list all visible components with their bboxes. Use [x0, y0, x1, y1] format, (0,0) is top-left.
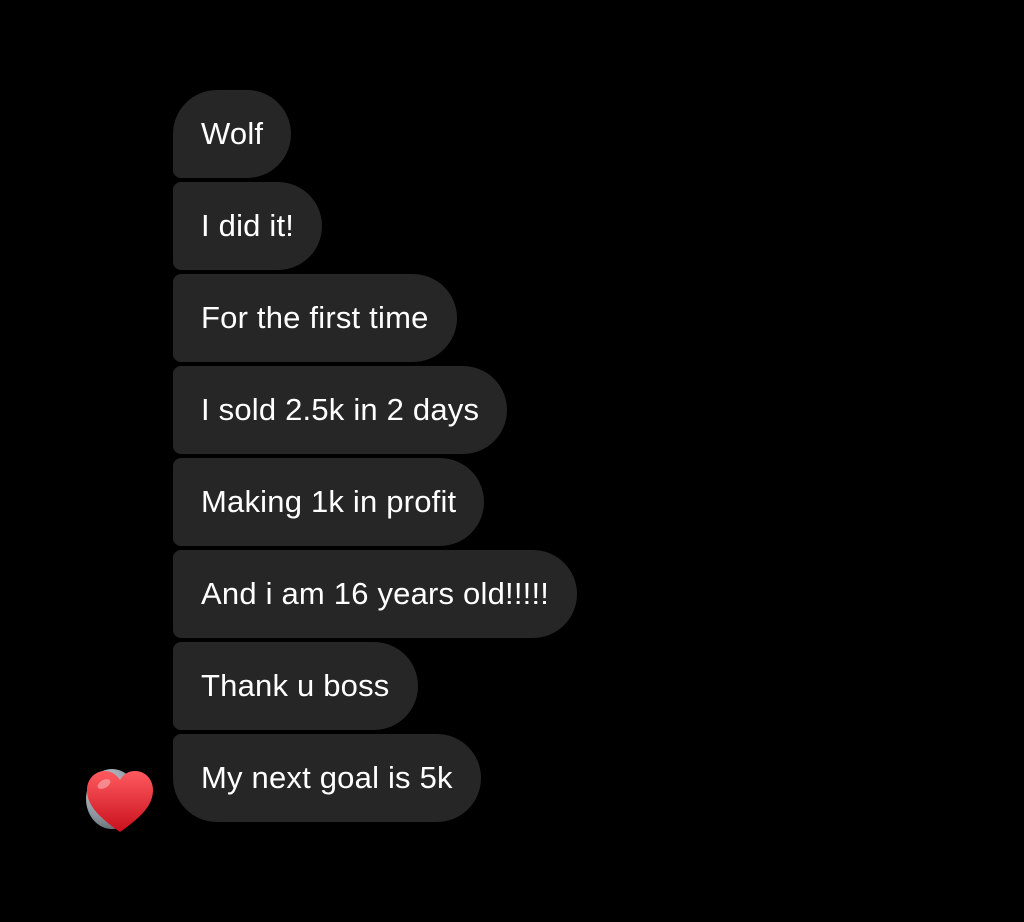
message-bubble[interactable]: For the first time [173, 274, 457, 362]
message-text: Wolf [201, 116, 264, 151]
message-text: I did it! [201, 208, 295, 243]
message-bubble[interactable]: Wolf [173, 90, 292, 178]
message-text: Making 1k in profit [201, 484, 457, 519]
message-bubble[interactable]: Making 1k in profit [173, 458, 485, 546]
message-bubble[interactable]: I sold 2.5k in 2 days [173, 366, 508, 454]
message-bubble[interactable]: Thank u boss [173, 642, 418, 730]
message-text: Thank u boss [201, 668, 390, 703]
message-bubble[interactable]: And i am 16 years old!!!!! [173, 550, 578, 638]
message-text: And i am 16 years old!!!!! [201, 576, 550, 611]
message-text: My next goal is 5k [201, 760, 453, 795]
message-bubble[interactable]: My next goal is 5k [173, 734, 481, 822]
message-text: I sold 2.5k in 2 days [201, 392, 480, 427]
message-thread: Wolf I did it! For the first time I sold… [173, 90, 578, 822]
message-bubble[interactable]: I did it! [173, 182, 323, 270]
chat-screen: Wolf I did it! For the first time I sold… [0, 0, 1024, 922]
heart-icon [87, 771, 153, 832]
heart-reaction[interactable] [84, 768, 156, 836]
message-text: For the first time [201, 300, 429, 335]
